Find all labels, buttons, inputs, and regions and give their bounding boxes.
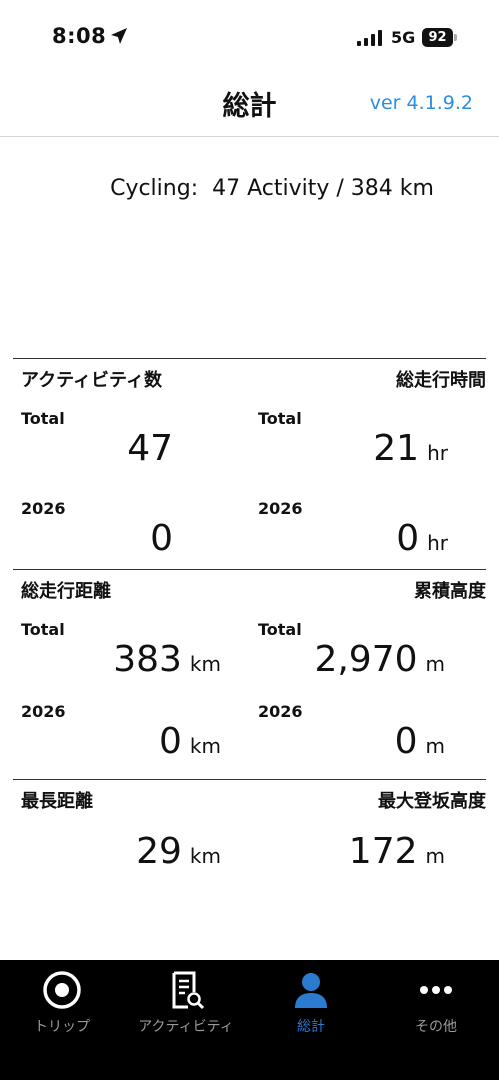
distance-total-label: Total <box>21 620 65 639</box>
battery-level: 92 <box>422 28 453 47</box>
time-year-value: 0 hr <box>396 518 448 559</box>
version-label: ver 4.1.9.2 <box>369 92 473 114</box>
status-time: 8:08 <box>52 24 107 48</box>
network-type: 5G <box>391 28 416 47</box>
tab-bar: トリップ アクティビティ 総計 その他 <box>0 960 499 1080</box>
cycling-summary: Cycling: 47 Activity / 384 km <box>110 176 434 201</box>
section-title-longest-distance: 最長距離 <box>21 791 93 812</box>
stats-section-activity-time: アクティビティ数 総走行時間 Total 47 Total 21 hr 2026 … <box>13 358 486 569</box>
battery-icon: 92 <box>422 28 458 47</box>
longest-distance-value: 29 km <box>136 831 221 872</box>
time-total-value: 21 hr <box>373 428 448 469</box>
cellular-signal-icon <box>357 30 382 46</box>
section-title-total-time: 総走行時間 <box>396 370 486 391</box>
person-icon <box>295 973 327 1008</box>
tab-trip-label: トリップ <box>34 1019 90 1035</box>
stats-section-records: 最長距離 最大登坂高度 29 km 172 m <box>13 779 486 899</box>
location-arrow-icon <box>111 28 127 44</box>
time-year-label: 2026 <box>258 499 303 518</box>
time-total-label: Total <box>258 409 302 428</box>
status-bar: 8:08 5G 92 <box>0 0 499 70</box>
elevation-year-value: 0m <box>394 721 445 762</box>
tab-activity-label: アクティビティ <box>138 1019 234 1035</box>
tab-activity[interactable]: アクティビティ <box>124 960 248 1040</box>
distance-year-label: 2026 <box>21 702 66 721</box>
tab-more-label: その他 <box>415 1019 457 1035</box>
section-title-max-climb: 最大登坂高度 <box>378 791 486 812</box>
activity-year-label: 2026 <box>21 499 66 518</box>
record-circle-icon <box>43 971 81 1009</box>
tab-more[interactable]: その他 <box>374 960 498 1040</box>
elevation-total-value: 2,970 m <box>314 639 445 680</box>
navigation-header: 総計 ver 4.1.9.2 <box>0 70 499 137</box>
document-search-icon <box>172 971 205 1010</box>
activity-total-label: Total <box>21 409 65 428</box>
section-title-activity-count: アクティビティ数 <box>21 370 162 391</box>
max-climb-value: 172 m <box>348 831 445 872</box>
activity-year-value: 0 <box>150 518 173 559</box>
section-title-total-distance: 総走行距離 <box>21 581 111 602</box>
more-dots-icon <box>420 986 452 994</box>
distance-year-value: 0 km <box>159 721 221 762</box>
distance-total-value: 383 km <box>113 639 221 680</box>
tab-total-label: 総計 <box>297 1019 325 1035</box>
activity-total-value: 47 <box>127 428 173 469</box>
tab-trip[interactable]: トリップ <box>0 960 124 1040</box>
stats-section-distance-elevation: 総走行距離 累積高度 Total 383 km Total 2,970 m 2026… <box>13 569 486 779</box>
elevation-year-label: 2026 <box>258 702 303 721</box>
tab-total[interactable]: 総計 <box>249 960 373 1040</box>
section-title-total-elevation: 累積高度 <box>414 581 486 602</box>
elevation-total-label: Total <box>258 620 302 639</box>
